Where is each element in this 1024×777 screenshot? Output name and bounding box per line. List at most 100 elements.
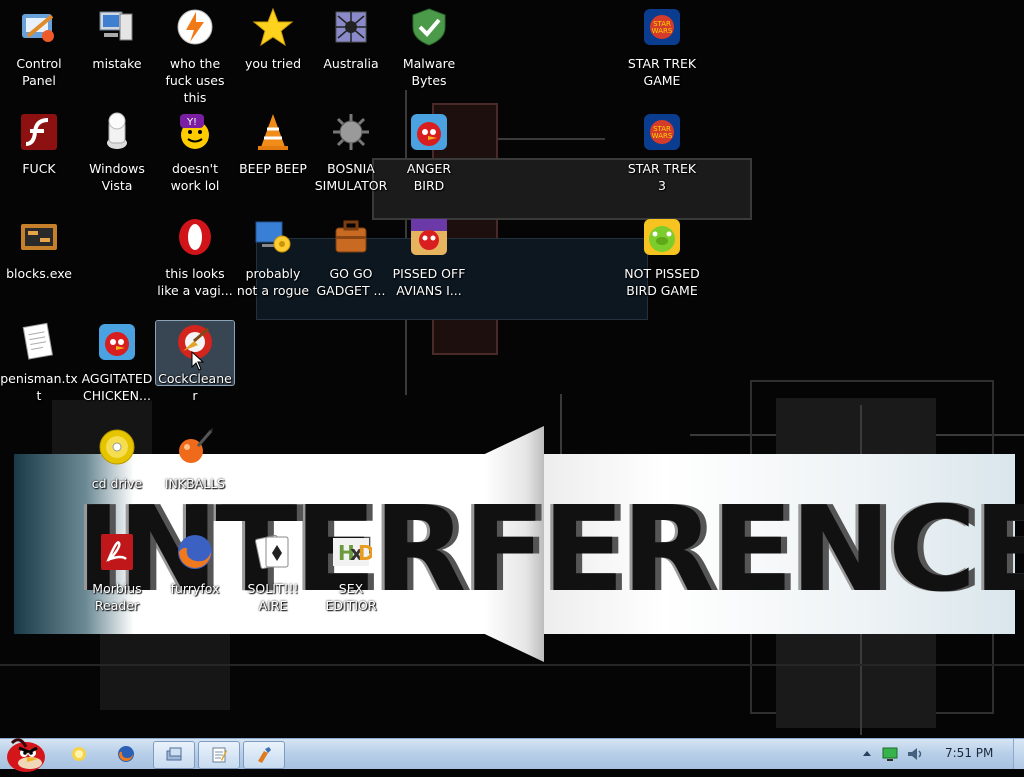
desktop-shortcut[interactable]: INKBALLS (156, 426, 234, 492)
svg-text:D: D (358, 541, 372, 565)
desktop-shortcut-label: SOLIT!!! AIRE (247, 581, 299, 613)
explorer-icon (72, 747, 86, 761)
shield-icon (408, 6, 450, 48)
desktop-shortcut[interactable]: Australia (312, 6, 390, 72)
cd-drive-icon (96, 426, 138, 468)
desktop-shortcut-label: GO GO GADGET ... (316, 266, 386, 298)
desktop-shortcut-label: doesn't work lol (170, 161, 220, 193)
desktop-shortcut-label: this looks like a vagi... (157, 266, 233, 298)
desktop-shortcut[interactable]: GO GO GADGET ... (312, 216, 390, 299)
desktop-shortcut-label: ANGER BIRD (406, 161, 452, 193)
desktop-shortcut-label: Morbius Reader (92, 581, 142, 613)
desktop-shortcut-label: Control Panel (16, 56, 62, 88)
desktop-shortcut-label: NOT PISSED BIRD GAME (624, 266, 700, 298)
wallpaper-line (445, 138, 605, 140)
desktop-shortcut[interactable]: STAR WARS STAR TREK 3 (623, 111, 701, 194)
inkball-icon (174, 426, 216, 468)
taskbar: 7:51 PM (0, 738, 1024, 772)
desktop-shortcut-label: FUCK (22, 161, 56, 176)
wallpaper-line (0, 664, 1024, 666)
desktop-shortcut[interactable]: BOSNIA SIMULATOR (312, 111, 390, 194)
desktop-shortcut-label: penisman.txt (0, 371, 78, 403)
flash-icon (18, 111, 60, 153)
wallpaper-line (560, 394, 562, 454)
desktop-shortcut[interactable]: Malware Bytes (390, 6, 468, 89)
start-button[interactable] (2, 733, 50, 773)
control-panel-icon (18, 6, 60, 48)
opera-icon (174, 216, 216, 258)
desktop-shortcut[interactable]: NOT PISSED BIRD GAME (623, 216, 701, 299)
wallpaper-box (100, 630, 230, 710)
taskbar-window-button[interactable] (153, 741, 195, 769)
paint-icon (258, 747, 271, 763)
volume-icon[interactable] (906, 745, 924, 763)
desktop-shortcut[interactable]: BEEP BEEP (234, 111, 312, 177)
svg-text:Y!: Y! (186, 117, 197, 128)
desktop-shortcut-label: Windows Vista (89, 161, 145, 193)
desktop-shortcut-label: blocks.exe (6, 266, 72, 281)
desktop-shortcut-label: CockCleaner (158, 371, 232, 403)
show-hidden-icon[interactable] (861, 748, 873, 760)
pdf-reader-icon (96, 531, 138, 573)
desktop-shortcut[interactable]: cd drive (78, 426, 156, 492)
star-wars-game-icon: STAR WARS (641, 111, 683, 153)
desktop-shortcut-label: STAR TREK 3 (627, 161, 697, 193)
desktop-shortcut[interactable]: PISSED OFF AVIANS I... (390, 216, 468, 299)
desktop-shortcut[interactable]: Y! doesn't work lol (156, 111, 234, 194)
spider-icon (330, 6, 372, 48)
desktop-shortcut[interactable]: Hx D SEX EDITIOR (312, 531, 390, 614)
desktop-shortcut[interactable]: AGGITATED CHICKEN... (78, 321, 156, 404)
taskbar-explorer-button[interactable] (63, 741, 95, 767)
desktop-shortcut[interactable]: who the fuck uses this (156, 6, 234, 106)
desktop-shortcut[interactable]: blocks.exe (0, 216, 78, 282)
desktop-shortcut-label: who the fuck uses this (165, 56, 225, 105)
desktop-shortcut-label: BOSNIA SIMULATOR (314, 161, 388, 193)
desktop-shortcut-label: STAR TREK GAME (627, 56, 697, 88)
angry-bird-icon (408, 111, 450, 153)
svg-text:WARS: WARS (652, 132, 673, 140)
desktop-shortcut[interactable]: Windows Vista (78, 111, 156, 194)
taskbar-notepad-button[interactable] (198, 741, 240, 769)
desktop-shortcut[interactable]: STAR WARS STAR TREK GAME (623, 6, 701, 89)
show-desktop-button[interactable] (1013, 739, 1024, 769)
desktop-shortcut-label: Malware Bytes (402, 56, 456, 88)
windows-vista-icon (96, 111, 138, 153)
taskbar-paint-button[interactable] (243, 741, 285, 769)
taskbar-firefox-button[interactable] (110, 741, 142, 767)
desktop-shortcut[interactable]: mistake (78, 6, 156, 72)
desktop-shortcut[interactable]: furryfox (156, 531, 234, 597)
desktop-shortcut[interactable]: Morbius Reader (78, 531, 156, 614)
wallpaper-line (690, 434, 1024, 436)
briefcase-icon (330, 216, 372, 258)
desktop-shortcut-label: SEX EDITIOR (325, 581, 377, 613)
desktop-shortcut[interactable]: FUCK (0, 111, 78, 177)
desktop-shortcut-label: PISSED OFF AVIANS I... (392, 266, 466, 298)
notepad-icon (212, 747, 227, 763)
desktop-shortcut-label: you tried (244, 56, 302, 71)
mouse-cursor-icon (191, 351, 205, 371)
gear-computer-icon (252, 216, 294, 258)
spiked-mine-icon (330, 111, 372, 153)
desktop-shortcut-label: cd drive (91, 476, 143, 491)
star-wars-game-icon: STAR WARS (641, 6, 683, 48)
network-icon[interactable] (881, 745, 899, 763)
winamp-icon (174, 6, 216, 48)
desktop-shortcut[interactable]: probably not a rogue (234, 216, 312, 299)
angry-birds-seasons-icon (408, 216, 450, 258)
solitaire-icon (252, 531, 294, 573)
desktop-shortcut[interactable]: penisman.txt (0, 321, 78, 404)
desktop-shortcut[interactable]: you tried (234, 6, 312, 72)
taskbar-clock[interactable]: 7:51 PM (945, 746, 993, 760)
window-switch-icon (166, 747, 182, 761)
desktop-shortcut-label: probably not a rogue (236, 266, 310, 298)
desktop-shortcut[interactable]: ANGER BIRD (390, 111, 468, 194)
angry-bird-icon (96, 321, 138, 363)
blocks-game-icon (18, 216, 60, 258)
star-icon (252, 6, 294, 48)
desktop-shortcut[interactable]: Control Panel (0, 6, 78, 89)
desktop-shortcut[interactable]: this looks like a vagi... (156, 216, 234, 299)
desktop-shortcut-label: mistake (92, 56, 142, 71)
green-pig-icon (641, 216, 683, 258)
desktop-shortcut[interactable]: SOLIT!!! AIRE (234, 531, 312, 614)
vlc-cone-icon (252, 111, 294, 153)
